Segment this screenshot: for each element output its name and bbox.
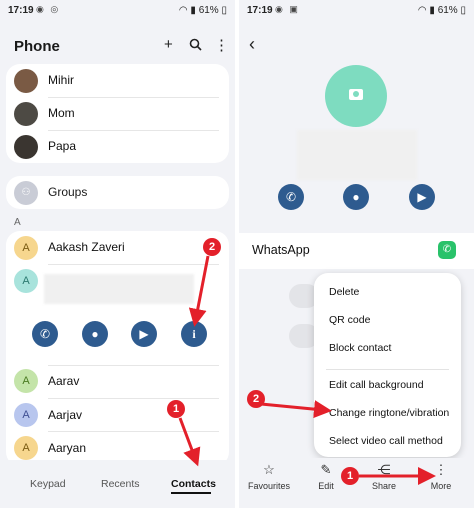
list-item[interactable]: A Aarjav bbox=[6, 399, 229, 432]
menu-item-select-video-call-method[interactable]: Select video call method bbox=[329, 435, 443, 447]
search-icon[interactable] bbox=[189, 38, 202, 54]
list-item[interactable]: Mom bbox=[6, 97, 229, 130]
signal-icon: ▮ bbox=[429, 5, 435, 16]
whatsapp-icon[interactable]: ✆ bbox=[438, 241, 456, 259]
notification-icons: ◉ ◎ bbox=[36, 4, 61, 14]
menu-item-qr-code[interactable]: QR code bbox=[329, 314, 370, 326]
list-item[interactable]: Papa bbox=[6, 130, 229, 163]
list-item[interactable]: A Aakash Zaveri bbox=[6, 231, 229, 264]
groups-icon: ⚇ bbox=[14, 181, 38, 205]
page-title: Phone bbox=[14, 38, 60, 55]
step-badge: 2 bbox=[203, 238, 221, 256]
contact-name: Mihir bbox=[48, 73, 74, 87]
step-badge: 2 bbox=[247, 390, 265, 408]
wifi-icon: ◠ bbox=[178, 5, 188, 16]
menu-item-delete[interactable]: Delete bbox=[329, 286, 359, 298]
status-right: ◠ ▮ 61% ▯ bbox=[179, 5, 227, 16]
battery-level: 61% bbox=[437, 5, 458, 16]
tab-recents[interactable]: Recents bbox=[101, 478, 140, 490]
wifi-icon: ◠ bbox=[417, 5, 427, 16]
status-right: ◠ ▮ 61% ▯ bbox=[418, 5, 466, 16]
favourites-button[interactable]: ☆ Favourites bbox=[245, 462, 293, 491]
battery-icon: ▯ bbox=[460, 5, 466, 16]
avatar: A bbox=[14, 403, 38, 427]
avatar bbox=[14, 102, 38, 126]
whatsapp-label: WhatsApp bbox=[252, 243, 310, 257]
more-label: More bbox=[430, 481, 452, 491]
expanded-contact[interactable]: A ✆ ● ▶ i bbox=[6, 264, 229, 347]
battery-icon: ▯ bbox=[221, 5, 227, 16]
status-bar: 17:19 ◉ ◎ ◠ ▮ 61% ▯ bbox=[0, 0, 235, 22]
camera-icon bbox=[349, 89, 363, 100]
blurred-contact-name bbox=[297, 130, 417, 180]
more-vertical-icon: ⋮ bbox=[434, 462, 448, 477]
avatar: A bbox=[14, 436, 38, 460]
list-item[interactable]: Mihir bbox=[6, 64, 229, 97]
status-bar: 17:19 ◉ ▣ ◠ ▮ 61% ▯ bbox=[239, 0, 474, 22]
step-badge: 1 bbox=[167, 400, 185, 418]
message-icon[interactable]: ● bbox=[343, 184, 369, 210]
avatar: A bbox=[14, 369, 38, 393]
video-icon[interactable]: ▶ bbox=[131, 321, 157, 347]
contact-name: Aaryan bbox=[48, 441, 87, 455]
tab-keypad[interactable]: Keypad bbox=[30, 478, 66, 490]
groups-row[interactable]: ⚇ Groups bbox=[6, 176, 229, 209]
message-icon[interactable]: ● bbox=[82, 321, 108, 347]
battery-level: 61% bbox=[198, 5, 219, 16]
more-button[interactable]: ⋮ More bbox=[417, 462, 465, 491]
active-tab-indicator bbox=[171, 492, 211, 494]
menu-item-change-ringtone[interactable]: Change ringtone/vibration bbox=[329, 407, 449, 419]
back-arrow-icon[interactable]: ‹ bbox=[249, 34, 255, 55]
menu-item-edit-call-background[interactable]: Edit call background bbox=[329, 379, 424, 391]
plus-icon[interactable]: + bbox=[164, 36, 173, 53]
share-button[interactable]: ⋲ Share bbox=[360, 462, 408, 491]
menu-item-block-contact[interactable]: Block contact bbox=[329, 342, 391, 354]
share-label: Share bbox=[371, 481, 397, 491]
info-icon[interactable]: i bbox=[181, 321, 207, 347]
avatar: A bbox=[14, 269, 38, 293]
avatar bbox=[14, 135, 38, 159]
list-item[interactable]: A Aarav bbox=[6, 366, 229, 399]
contact-name: Papa bbox=[48, 139, 77, 153]
star-icon: ☆ bbox=[263, 462, 275, 477]
overflow-menu: Delete QR code Block contact Edit call b… bbox=[314, 273, 461, 457]
contact-detail-screen: 17:19 ◉ ▣ ◠ ▮ 61% ▯ ‹ ✆ ● ▶ WhatsApp ✆ D… bbox=[239, 0, 474, 508]
phone-icon[interactable]: ✆ bbox=[32, 321, 58, 347]
step-badge: 1 bbox=[341, 467, 359, 485]
favorites-card: Mihir Mom Papa bbox=[6, 64, 229, 163]
contact-name: Aarjav bbox=[48, 408, 83, 422]
contact-name: Aarav bbox=[48, 374, 80, 388]
status-time: 17:19 bbox=[247, 5, 273, 16]
favourites-label: Favourites bbox=[247, 481, 291, 491]
phone-icon[interactable]: ✆ bbox=[278, 184, 304, 210]
avatar bbox=[14, 69, 38, 93]
notification-icons: ◉ ▣ bbox=[275, 4, 300, 14]
video-icon[interactable]: ▶ bbox=[409, 184, 435, 210]
tab-contacts[interactable]: Contacts bbox=[171, 478, 216, 490]
groups-label: Groups bbox=[48, 185, 88, 199]
more-vertical-icon[interactable]: ⋮ bbox=[214, 36, 229, 54]
status-time: 17:19 bbox=[8, 5, 34, 16]
phone-contacts-screen: 17:19 ◉ ◎ ◠ ▮ 61% ▯ Phone + ⋮ Mihir Mom … bbox=[0, 0, 235, 508]
avatar: A bbox=[14, 236, 38, 260]
bottom-action-bar: ☆ Favourites ✎ Edit ⋲ Share ⋮ More bbox=[239, 458, 474, 508]
share-icon: ⋲ bbox=[377, 462, 391, 477]
blurred-contact-name bbox=[44, 274, 194, 304]
menu-divider bbox=[326, 369, 449, 370]
bottom-tab-bar: Keypad Recents Contacts bbox=[0, 460, 235, 508]
whatsapp-row[interactable]: WhatsApp ✆ bbox=[239, 233, 474, 269]
section-letter: A bbox=[14, 217, 21, 228]
contacts-card: A Aakash Zaveri A ✆ ● ▶ i A Aarav A Aarj… bbox=[6, 231, 229, 466]
signal-icon: ▮ bbox=[190, 5, 196, 16]
contact-name: Aakash Zaveri bbox=[48, 240, 125, 254]
contact-name: Mom bbox=[48, 106, 75, 120]
